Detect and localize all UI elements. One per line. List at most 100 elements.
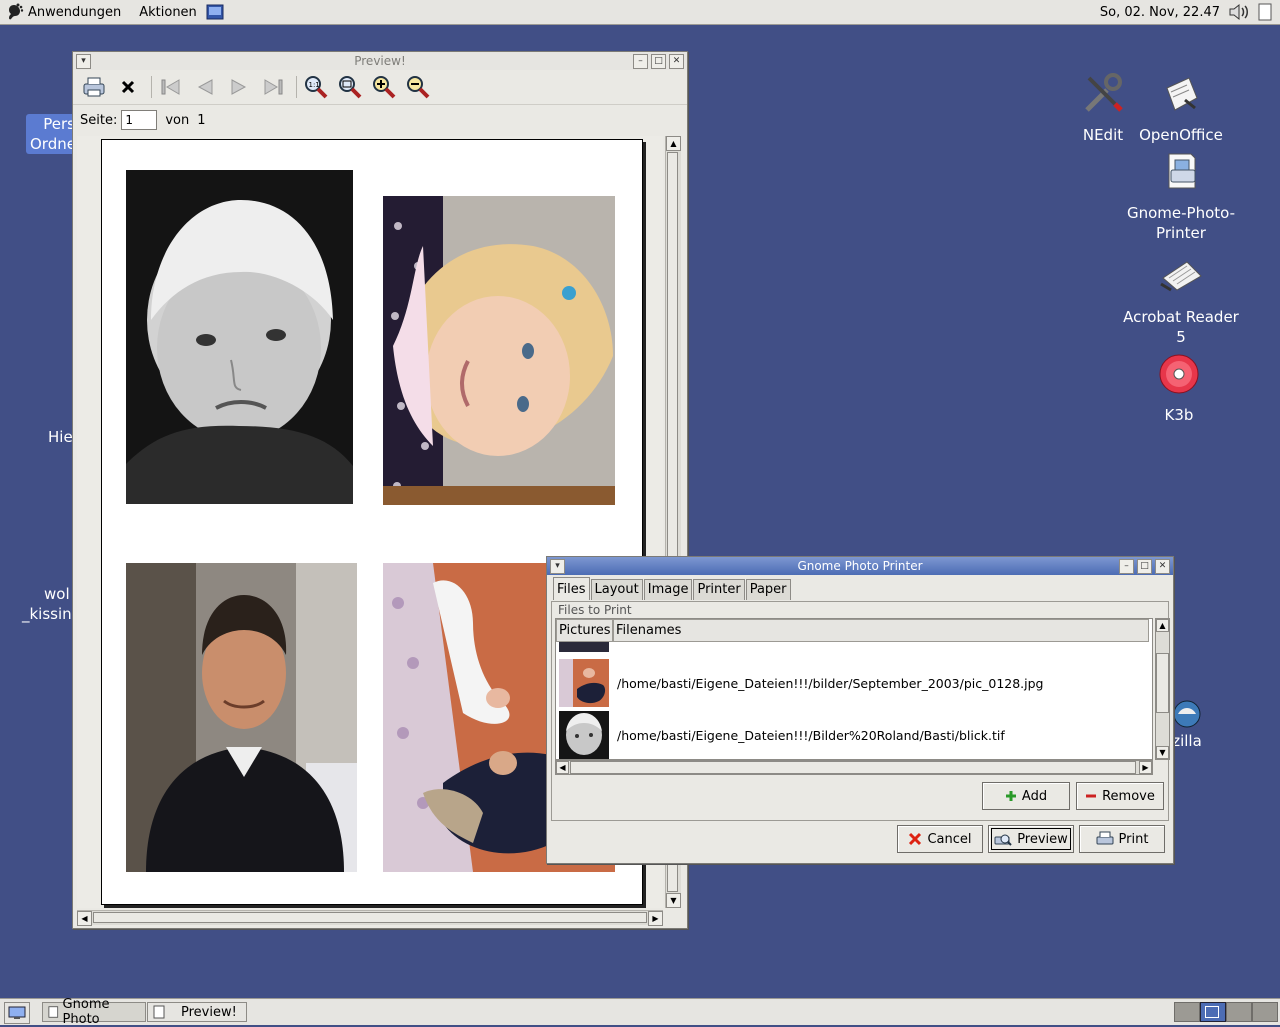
scroll-right-arrow[interactable]: ▶: [648, 911, 663, 926]
zoom-out-button[interactable]: [403, 72, 433, 102]
cancel-x-icon: [909, 832, 922, 846]
photo-printer-titlebar[interactable]: ▾ Gnome Photo Printer – □ ✕: [547, 557, 1173, 575]
workspace-switcher[interactable]: [1174, 1002, 1278, 1022]
filename: /home/basti/Eigene_Dateien!!!/Bilder%20R…: [617, 727, 1005, 743]
desktop-icon-partial-hie[interactable]: Hie: [48, 427, 73, 447]
workspace-2[interactable]: [1200, 1002, 1226, 1022]
preview-photo-3: [126, 563, 357, 872]
add-button[interactable]: Add: [982, 782, 1070, 810]
scroll-down-arrow[interactable]: ▼: [666, 893, 681, 908]
list-item[interactable]: /home/basti/Eigene_Dateien!!!/bilder/Sep…: [556, 657, 1152, 709]
print-icon: [83, 77, 105, 97]
files-panel: Files to Print Pictures Filenames /home/…: [551, 601, 1170, 821]
remove-button[interactable]: Remove: [1076, 782, 1164, 810]
file-list[interactable]: Pictures Filenames /home/basti/Eigene_Da…: [555, 618, 1153, 760]
menu-anwendungen[interactable]: Anwendungen: [24, 5, 130, 20]
list-item[interactable]: /home/basti/Eigene_Dateien!!!/Bilder%20R…: [556, 709, 1152, 759]
first-page-button[interactable]: [156, 72, 186, 102]
column-header-pictures[interactable]: Pictures: [556, 619, 613, 642]
workspace-3[interactable]: [1226, 1002, 1252, 1022]
clock[interactable]: So, 02. Nov, 22.47: [1100, 5, 1220, 20]
tab-image[interactable]: Image: [643, 579, 693, 600]
scroll-up-arrow[interactable]: ▲: [1156, 619, 1169, 632]
file-list-vertical-scrollbar[interactable]: ▲ ▼: [1155, 618, 1170, 760]
desktop-icon-label: Acrobat Reader 5: [1123, 308, 1239, 346]
window-menu-button[interactable]: ▾: [550, 558, 565, 574]
filename: /home/basti/Eigene_Dateien!!!/bilder/Sep…: [617, 675, 1044, 691]
zoom-100-button[interactable]: [335, 72, 365, 102]
window-menu-button[interactable]: ▾: [76, 53, 91, 69]
page-navigation: Seite: von 1: [73, 105, 687, 135]
file-list-horizontal-scrollbar[interactable]: ◀ ▶: [555, 760, 1153, 775]
wrench-screwdriver-icon: [1085, 73, 1123, 112]
close-icon: [121, 80, 135, 94]
minimize-button[interactable]: –: [1119, 558, 1134, 574]
list-item-partial[interactable]: [559, 642, 609, 652]
scroll-left-arrow[interactable]: ◀: [77, 911, 92, 926]
window-list-icon[interactable]: [1258, 3, 1272, 21]
desktop-icon-label: OpenOffice: [1139, 126, 1223, 144]
close-window-button[interactable]: ✕: [1155, 558, 1170, 574]
scrollbar-thumb[interactable]: [1156, 653, 1169, 713]
tab-layout[interactable]: Layout: [590, 579, 643, 600]
desktop-icon-acrobat[interactable]: Acrobat Reader 5: [1116, 252, 1246, 347]
page-label: Seite:: [80, 112, 118, 128]
preview-horizontal-scrollbar[interactable]: ◀ ▶: [77, 910, 663, 926]
tab-printer[interactable]: Printer: [693, 579, 745, 600]
preview-button[interactable]: Preview: [988, 825, 1074, 853]
workspace-1[interactable]: [1174, 1002, 1200, 1022]
preview-toolbar: 1:1: [73, 70, 687, 105]
scroll-up-arrow[interactable]: ▲: [666, 136, 681, 151]
zoom-fit-button[interactable]: 1:1: [301, 72, 331, 102]
maximize-button[interactable]: □: [1137, 558, 1152, 574]
task-gnome-photo[interactable]: Gnome Photo: [42, 997, 146, 1027]
next-page-button[interactable]: [224, 72, 254, 102]
photo-bw-child: [126, 170, 353, 504]
close-window-button[interactable]: ✕: [669, 53, 684, 69]
scrollbar-thumb[interactable]: [570, 761, 1136, 774]
gnome-foot-icon[interactable]: [4, 2, 24, 22]
prev-page-icon: [197, 79, 213, 95]
cd-burner-icon: [1159, 354, 1199, 394]
plus-icon: [1005, 791, 1016, 801]
launcher-icon[interactable]: [206, 4, 224, 20]
desktop-icon-mozilla[interactable]: zilla: [1172, 696, 1202, 751]
task-preview[interactable]: Preview!: [147, 1002, 247, 1022]
preview-titlebar[interactable]: ▾ Preview! – □ ✕: [73, 52, 687, 70]
scroll-down-arrow[interactable]: ▼: [1156, 746, 1169, 759]
show-desktop-button[interactable]: [4, 1002, 30, 1024]
cancel-label: Cancel: [927, 831, 972, 847]
page-number-input[interactable]: [121, 110, 158, 130]
tab-paper[interactable]: Paper: [745, 579, 791, 600]
desktop-icon-label: NEdit: [1082, 126, 1124, 144]
desktop-icon-k3b[interactable]: K3b: [1150, 350, 1208, 425]
prev-page-button[interactable]: [190, 72, 220, 102]
workspace-4[interactable]: [1252, 1002, 1278, 1022]
volume-icon[interactable]: [1228, 3, 1250, 21]
menu-aktionen[interactable]: Aktionen: [130, 5, 206, 20]
add-label: Add: [1021, 788, 1048, 804]
print-label: Print: [1118, 831, 1149, 847]
print-button[interactable]: Print: [1079, 825, 1165, 853]
top-panel: Anwendungen Aktionen So, 02. Nov, 22.47: [0, 0, 1280, 25]
first-page-icon: [161, 79, 180, 95]
scroll-left-arrow[interactable]: ◀: [556, 761, 569, 774]
scroll-right-arrow[interactable]: ▶: [1139, 761, 1152, 774]
maximize-button[interactable]: □: [651, 53, 666, 69]
cancel-button[interactable]: Cancel: [897, 825, 983, 853]
scrollbar-thumb[interactable]: [93, 912, 647, 923]
close-preview-button[interactable]: [113, 72, 143, 102]
column-header-filenames[interactable]: Filenames: [613, 619, 1149, 642]
minimize-button[interactable]: –: [633, 53, 648, 69]
last-page-button[interactable]: [258, 72, 288, 102]
minus-icon: [1086, 794, 1097, 798]
desktop-icon-partial-kissin[interactable]: _kissin: [22, 604, 72, 624]
desktop-icon-openoffice[interactable]: OpenOffice: [1138, 70, 1224, 145]
desktop-icon-nedit[interactable]: NEdit: [1072, 70, 1134, 145]
desktop-icon-gnome-photo-printer[interactable]: Gnome-Photo- Printer: [1126, 148, 1236, 243]
desktop-icon-partial-wol[interactable]: wol: [44, 584, 70, 604]
tab-files[interactable]: Files: [553, 577, 590, 600]
zoom-in-button[interactable]: [369, 72, 399, 102]
print-button[interactable]: [79, 72, 109, 102]
zoom-out-icon: [407, 76, 430, 99]
